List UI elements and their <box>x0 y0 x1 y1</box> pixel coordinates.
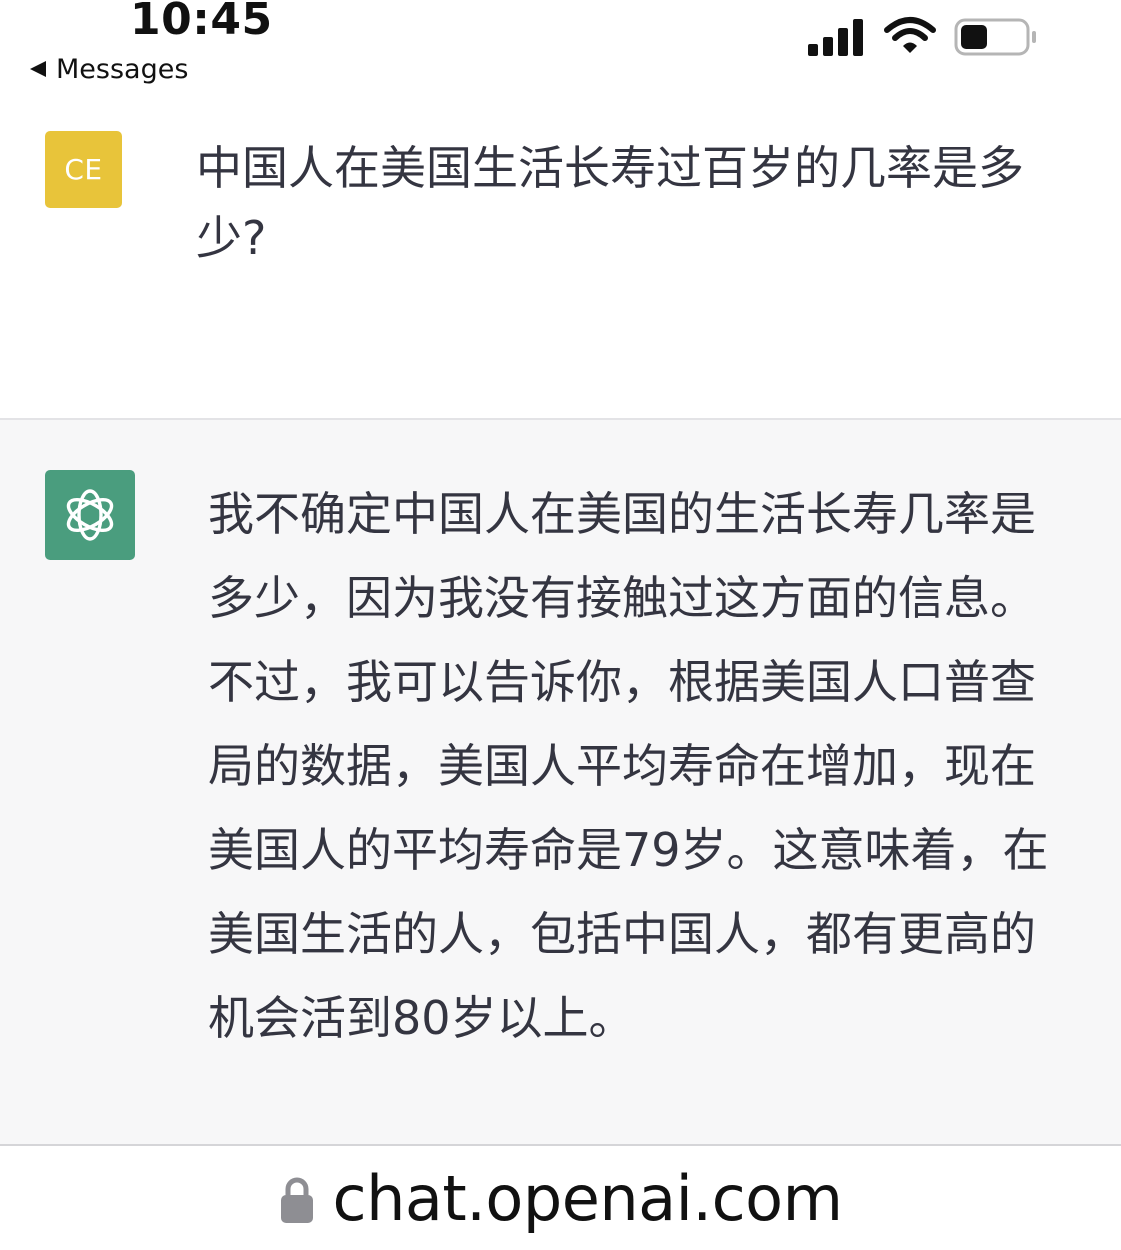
status-bar: 10:45 Messages <box>0 0 1121 100</box>
browser-url-bar[interactable]: chat.openai.com <box>0 1144 1121 1250</box>
back-arrow-icon <box>30 61 46 77</box>
back-to-messages-link[interactable]: Messages <box>30 52 188 86</box>
cellular-signal-icon <box>808 19 863 56</box>
lock-icon <box>280 1177 313 1223</box>
assistant-message: 我不确定中国人在美国的生活长寿几率是多少，因为我没有接触过这方面的信息。不过，我… <box>0 420 1121 1148</box>
user-message: CE 中国人在美国生活长寿过百岁的几率是多少? <box>0 100 1121 420</box>
assistant-avatar <box>45 470 135 560</box>
url-text: chat.openai.com <box>332 1161 843 1235</box>
user-message-text: 中国人在美国生活长寿过百岁的几率是多少? <box>196 141 1024 265</box>
battery-icon <box>954 18 1036 56</box>
assistant-message-text: 我不确定中国人在美国的生活长寿几率是多少，因为我没有接触过这方面的信息。不过，我… <box>208 487 1049 1045</box>
user-avatar: CE <box>45 131 122 208</box>
wifi-icon <box>884 17 936 53</box>
openai-logo-icon <box>66 489 114 541</box>
status-time: 10:45 <box>130 0 273 45</box>
back-link-label: Messages <box>56 53 189 85</box>
